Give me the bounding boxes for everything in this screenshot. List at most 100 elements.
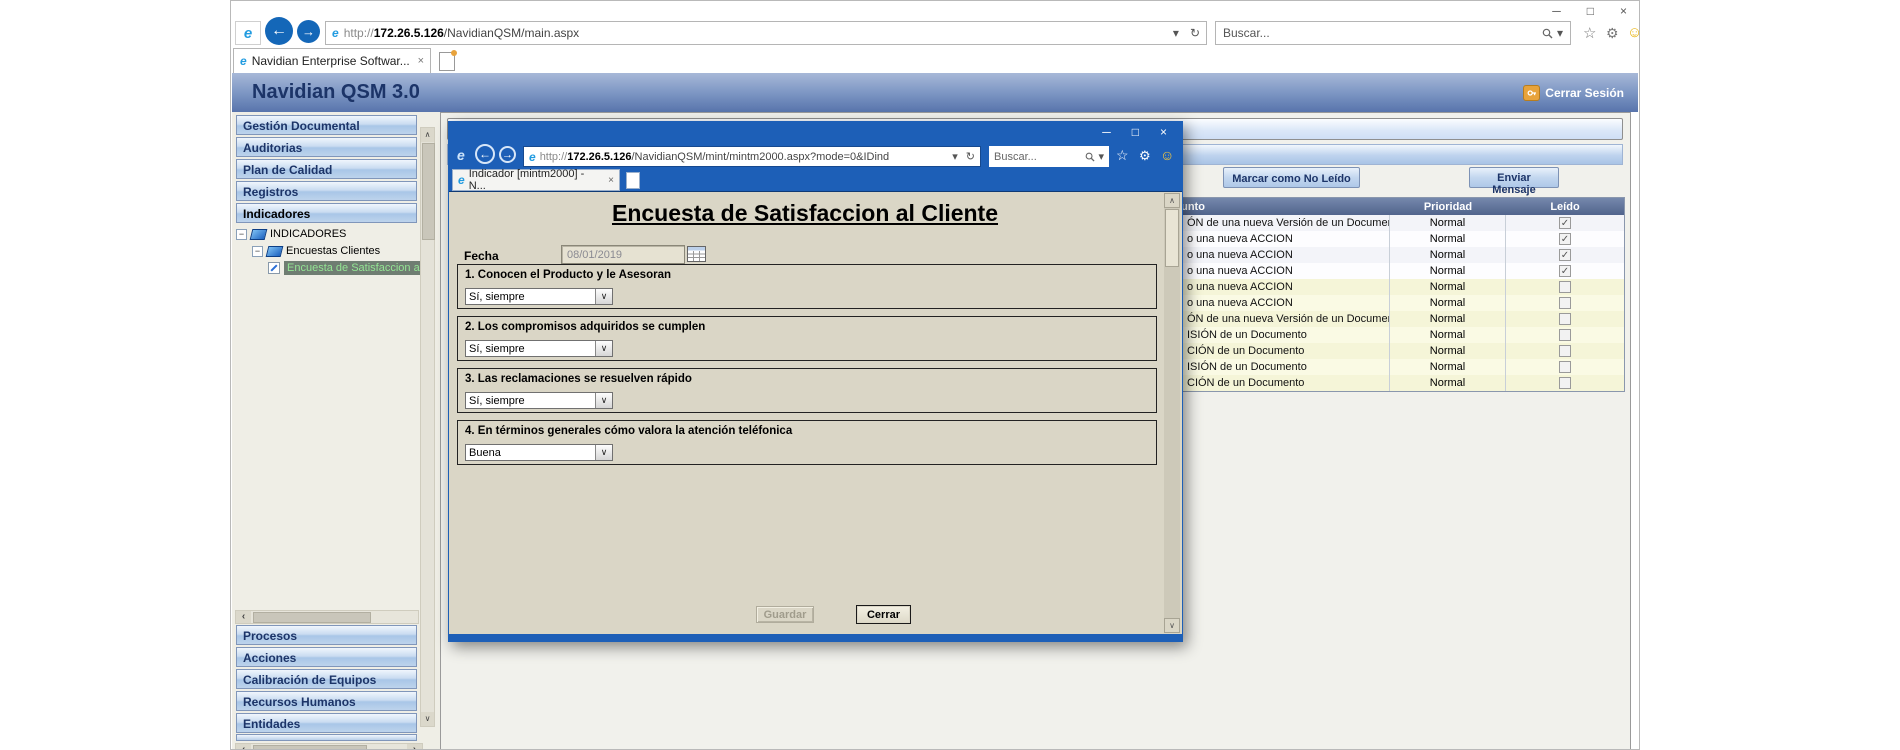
search-placeholder: Buscar... bbox=[994, 151, 1037, 163]
scroll-down-icon[interactable]: ∨ bbox=[1164, 618, 1180, 633]
column-header-leido[interactable]: Leído bbox=[1506, 201, 1624, 213]
scroll-up-icon[interactable]: ∧ bbox=[421, 128, 434, 142]
calendar-icon[interactable] bbox=[687, 246, 707, 262]
sidebar-item-procesos[interactable]: Procesos bbox=[236, 625, 417, 645]
settings-icon[interactable]: ⚙ bbox=[1606, 25, 1619, 42]
read-checkbox[interactable] bbox=[1559, 281, 1571, 293]
search-icon[interactable] bbox=[1542, 28, 1553, 39]
refresh-icon[interactable]: ↻ bbox=[1190, 26, 1200, 40]
feedback-icon[interactable]: ☺ bbox=[1160, 147, 1174, 163]
sidebar-item-plan-de-calidad[interactable]: Plan de Calidad bbox=[236, 159, 417, 179]
read-checkbox[interactable]: ✓ bbox=[1559, 265, 1571, 277]
read-checkbox[interactable]: ✓ bbox=[1559, 249, 1571, 261]
select-arrow-icon[interactable]: ∨ bbox=[595, 393, 612, 408]
tree-node-encuesta-de-satisfaccion-al[interactable]: Encuesta de Satisfaccion al bbox=[232, 261, 418, 275]
scroll-right-icon[interactable]: › bbox=[407, 744, 422, 750]
back-button[interactable]: ← bbox=[475, 144, 495, 164]
search-box[interactable]: Buscar... ▾ bbox=[989, 146, 1109, 167]
form-vertical-scrollbar[interactable]: ∧ ∨ bbox=[1164, 193, 1180, 633]
column-header-prioridad[interactable]: Prioridad bbox=[1390, 201, 1506, 213]
book-icon bbox=[266, 246, 284, 257]
search-dropdown-icon[interactable]: ▾ bbox=[1098, 150, 1104, 163]
sidebar-bottom-items: ProcesosAccionesCalibración de EquiposRe… bbox=[232, 625, 417, 735]
read-checkbox[interactable]: ✓ bbox=[1559, 217, 1571, 229]
date-input[interactable] bbox=[561, 245, 685, 264]
feedback-icon[interactable]: ☺ bbox=[1627, 24, 1640, 41]
read-checkbox[interactable] bbox=[1559, 329, 1571, 341]
favorites-icon[interactable]: ☆ bbox=[1116, 147, 1129, 164]
mark-unread-button[interactable]: Marcar como No Leído bbox=[1223, 167, 1360, 188]
tree-collapse-icon[interactable]: − bbox=[252, 246, 263, 257]
cell-prioridad: Normal bbox=[1390, 375, 1506, 391]
minimize-icon[interactable]: ─ bbox=[1552, 4, 1561, 18]
popup-tab[interactable]: e Indicador [mintm2000] - N... × bbox=[452, 169, 620, 191]
answer-select[interactable]: Sí, siempre∨ bbox=[465, 392, 613, 409]
answer-select[interactable]: Sí, siempre∨ bbox=[465, 288, 613, 305]
address-bar[interactable]: e http://172.26.5.126/NavidianQSM/mint/m… bbox=[523, 146, 981, 167]
back-button[interactable]: ← bbox=[265, 17, 293, 45]
tab-close-icon[interactable]: × bbox=[418, 55, 424, 67]
sidebar-item-acciones[interactable]: Acciones bbox=[236, 647, 417, 667]
scroll-up-icon[interactable]: ∧ bbox=[1164, 193, 1180, 208]
sidebar-item-partial[interactable] bbox=[236, 734, 417, 741]
minimize-icon[interactable]: ─ bbox=[1102, 125, 1111, 139]
page-favicon: e bbox=[332, 27, 339, 39]
search-box[interactable]: Buscar... ▾ bbox=[1215, 21, 1571, 45]
sidebar-item-calibraci-n-de-equipos[interactable]: Calibración de Equipos bbox=[236, 669, 417, 689]
scroll-thumb[interactable] bbox=[253, 745, 367, 750]
forward-button[interactable]: → bbox=[297, 20, 320, 43]
sidebar-item-auditorias[interactable]: Auditorias bbox=[236, 137, 417, 157]
sidebar-item-registros[interactable]: Registros bbox=[236, 181, 417, 201]
settings-icon[interactable]: ⚙ bbox=[1139, 148, 1151, 164]
browser-tab[interactable]: e Navidian Enterprise Softwar... × bbox=[233, 48, 431, 73]
read-checkbox[interactable]: ✓ bbox=[1559, 233, 1571, 245]
send-message-button[interactable]: Enviar Mensaje bbox=[1469, 167, 1559, 188]
answer-select[interactable]: Buena∨ bbox=[465, 444, 613, 461]
tree-node-encuestas-clientes[interactable]: −Encuestas Clientes bbox=[232, 244, 418, 258]
tree-horizontal-scrollbar[interactable]: ‹ bbox=[235, 610, 419, 624]
select-arrow-icon[interactable]: ∨ bbox=[595, 341, 612, 356]
save-button[interactable]: Guardar bbox=[756, 606, 814, 623]
read-checkbox[interactable] bbox=[1559, 345, 1571, 357]
refresh-icon[interactable]: ↻ bbox=[966, 150, 975, 163]
close-icon[interactable]: × bbox=[1160, 125, 1167, 139]
new-tab-button[interactable] bbox=[626, 172, 640, 189]
favorites-icon[interactable]: ☆ bbox=[1583, 24, 1596, 42]
sidebar-horizontal-scrollbar[interactable]: ‹ › bbox=[235, 743, 423, 750]
new-tab-button[interactable] bbox=[439, 52, 455, 71]
answer-select[interactable]: Sí, siempre∨ bbox=[465, 340, 613, 357]
sidebar-item-indicadores[interactable]: Indicadores bbox=[236, 203, 417, 223]
scroll-thumb[interactable] bbox=[253, 612, 371, 623]
logout-button[interactable]: Cerrar Sesión bbox=[1523, 85, 1624, 101]
search-icon[interactable] bbox=[1085, 152, 1095, 162]
restore-icon[interactable]: □ bbox=[1587, 4, 1594, 18]
close-button[interactable]: Cerrar bbox=[856, 605, 911, 624]
autocomplete-dropdown-icon[interactable]: ▾ bbox=[952, 150, 958, 163]
read-checkbox[interactable] bbox=[1559, 361, 1571, 373]
close-icon[interactable]: × bbox=[1620, 4, 1627, 18]
tree-node-indicadores[interactable]: −INDICADORES bbox=[232, 227, 418, 241]
scroll-down-icon[interactable]: ∨ bbox=[421, 712, 434, 726]
select-arrow-icon[interactable]: ∨ bbox=[595, 445, 612, 460]
forward-button[interactable]: → bbox=[499, 146, 516, 163]
select-arrow-icon[interactable]: ∨ bbox=[595, 289, 612, 304]
scroll-thumb[interactable] bbox=[422, 143, 435, 240]
tree-collapse-icon[interactable]: − bbox=[236, 229, 247, 240]
search-dropdown-icon[interactable]: ▾ bbox=[1557, 26, 1563, 40]
read-checkbox[interactable] bbox=[1559, 377, 1571, 389]
sidebar-vertical-scrollbar[interactable]: ∧ ∨ bbox=[420, 127, 435, 727]
scroll-thumb[interactable] bbox=[1165, 209, 1179, 267]
scroll-left-icon[interactable]: ‹ bbox=[236, 611, 251, 623]
tab-close-icon[interactable]: × bbox=[608, 175, 614, 186]
scroll-left-icon[interactable]: ‹ bbox=[236, 744, 251, 750]
sidebar-item-entidades[interactable]: Entidades bbox=[236, 713, 417, 733]
sidebar-item-gesti-n-documental[interactable]: Gestión Documental bbox=[236, 115, 417, 135]
read-checkbox[interactable] bbox=[1559, 297, 1571, 309]
maximize-icon[interactable]: □ bbox=[1132, 125, 1139, 139]
cell-leido bbox=[1506, 359, 1624, 375]
autocomplete-dropdown-icon[interactable]: ▾ bbox=[1173, 26, 1179, 40]
sidebar-item-recursos-humanos[interactable]: Recursos Humanos bbox=[236, 691, 417, 711]
read-checkbox[interactable] bbox=[1559, 313, 1571, 325]
form-title: Encuesta de Satisfaccion al Cliente bbox=[449, 200, 1161, 227]
address-bar[interactable]: e http://172.26.5.126/NavidianQSM/main.a… bbox=[325, 21, 1207, 45]
